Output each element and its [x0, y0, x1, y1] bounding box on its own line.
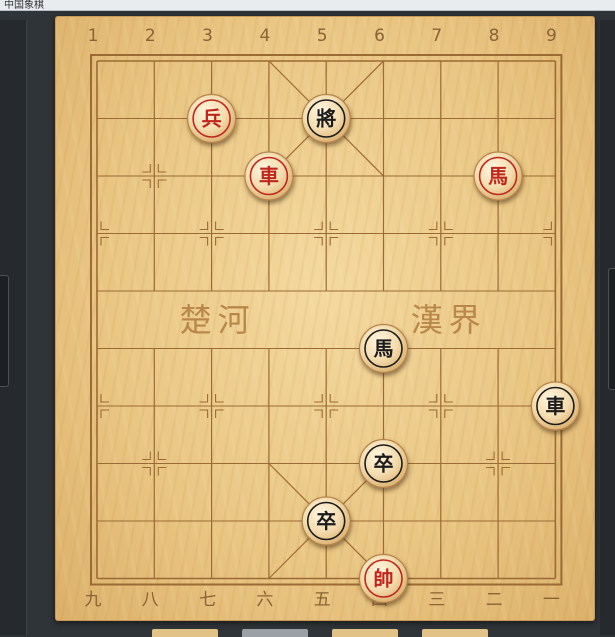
bottom-file-label: 二 [486, 590, 503, 610]
top-file-label: 2 [145, 26, 156, 46]
piece-black-chariot[interactable]: 車 [530, 381, 581, 431]
bottom-file-label: 五 [314, 590, 331, 610]
top-file-label: 6 [374, 26, 385, 46]
piece-black-soldier-2[interactable]: 卒 [301, 496, 351, 546]
top-file-label: 1 [88, 26, 99, 46]
piece-red-general[interactable]: 帥 [358, 553, 409, 604]
top-file-label: 8 [489, 26, 500, 46]
piece-label: 卒 [316, 509, 336, 533]
piece-label: 車 [259, 164, 279, 188]
piece-red-soldier[interactable]: 兵 [187, 93, 237, 144]
piece-label: 將 [316, 107, 336, 131]
top-file-label: 5 [317, 26, 328, 46]
river-left-text: 楚河 [180, 301, 256, 339]
bottom-file-label: 三 [428, 590, 445, 610]
bottom-file-label: 六 [256, 590, 273, 610]
bottom-tab-4[interactable] [422, 629, 488, 637]
piece-label: 兵 [202, 107, 222, 131]
bottom-tab-3[interactable] [332, 629, 398, 637]
piece-black-general[interactable]: 將 [301, 93, 351, 144]
top-file-label: 4 [259, 26, 270, 46]
bottom-tab-1[interactable] [152, 629, 218, 637]
piece-red-horse[interactable]: 馬 [473, 151, 523, 201]
piece-label: 帥 [374, 567, 394, 591]
piece-black-soldier-1[interactable]: 卒 [358, 438, 409, 489]
piece-label: 車 [545, 394, 565, 418]
top-file-label: 9 [546, 26, 557, 46]
top-file-label: 7 [431, 26, 442, 46]
piece-label: 馬 [374, 337, 394, 361]
piece-label: 卒 [374, 452, 394, 476]
bottom-file-label: 八 [142, 590, 159, 610]
piece-red-chariot-upper[interactable]: 車 [244, 151, 294, 201]
river-right-text: 漢界 [411, 301, 487, 339]
board-grid: 楚河漢界 123456789九八七六五四三二一 兵將車馬馬車卒卒帥 [85, 26, 581, 610]
bottom-file-label: 九 [85, 590, 102, 610]
piece-label: 馬 [488, 164, 508, 188]
piece-black-horse[interactable]: 馬 [358, 323, 409, 374]
top-file-label: 3 [202, 26, 213, 46]
bottom-file-label: 一 [543, 590, 560, 610]
bottom-file-label: 七 [199, 590, 216, 610]
bottom-tab-2[interactable] [242, 629, 308, 637]
